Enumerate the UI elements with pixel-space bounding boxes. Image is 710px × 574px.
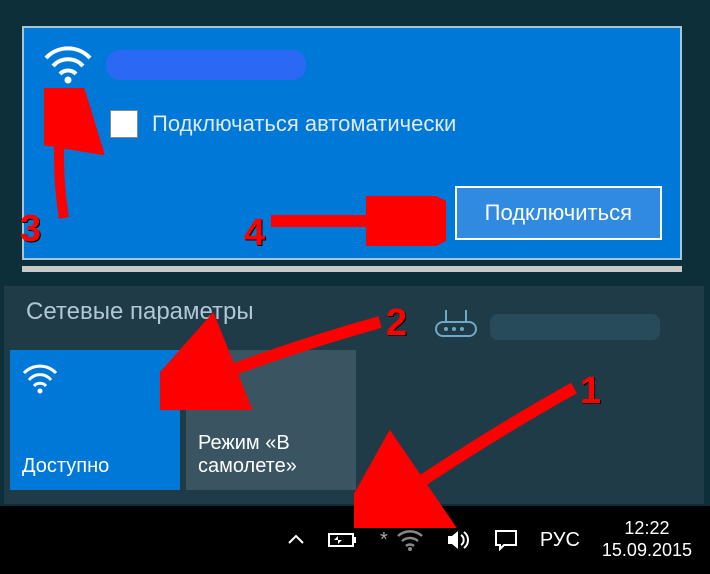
airplane-icon xyxy=(198,364,234,405)
connect-button[interactable]: Подключиться xyxy=(455,186,662,240)
network-flyout-selected: Подключаться автоматически Подключиться xyxy=(22,26,682,260)
action-center-icon[interactable] xyxy=(494,529,518,551)
volume-icon[interactable] xyxy=(446,529,472,551)
airplane-mode-tile[interactable]: Режим «В самолете» xyxy=(186,350,356,490)
wifi-tray-icon[interactable] xyxy=(396,529,424,551)
network-settings-title: Сетевые параметры xyxy=(26,298,254,326)
wifi-quick-tile[interactable]: Доступно xyxy=(10,350,180,490)
network-name xyxy=(106,50,306,80)
wifi-alert-icon: * xyxy=(380,529,388,552)
router-icon xyxy=(434,310,478,343)
ime-indicator[interactable]: РУС xyxy=(540,529,580,552)
taskbar: * РУС 12:22 15.09.2015 xyxy=(0,506,710,574)
wifi-icon xyxy=(22,364,58,399)
clock-time: 12:22 xyxy=(602,518,692,540)
connected-network xyxy=(434,310,660,343)
clock[interactable]: 12:22 15.09.2015 xyxy=(602,518,692,561)
tray-chevron-up-icon[interactable] xyxy=(286,530,306,550)
airplane-tile-label: Режим «В самолете» xyxy=(198,432,344,478)
network-settings-panel: Сетевые параметры Дос xyxy=(4,286,704,504)
wifi-tile-label: Доступно xyxy=(22,455,168,478)
auto-connect-checkbox[interactable] xyxy=(110,110,138,138)
wifi-icon xyxy=(44,46,92,84)
connected-network-name xyxy=(490,314,660,340)
panel-divider xyxy=(22,266,682,272)
auto-connect-label: Подключаться автоматически xyxy=(152,111,456,137)
clock-date: 15.09.2015 xyxy=(602,540,692,562)
battery-icon[interactable] xyxy=(328,530,358,550)
